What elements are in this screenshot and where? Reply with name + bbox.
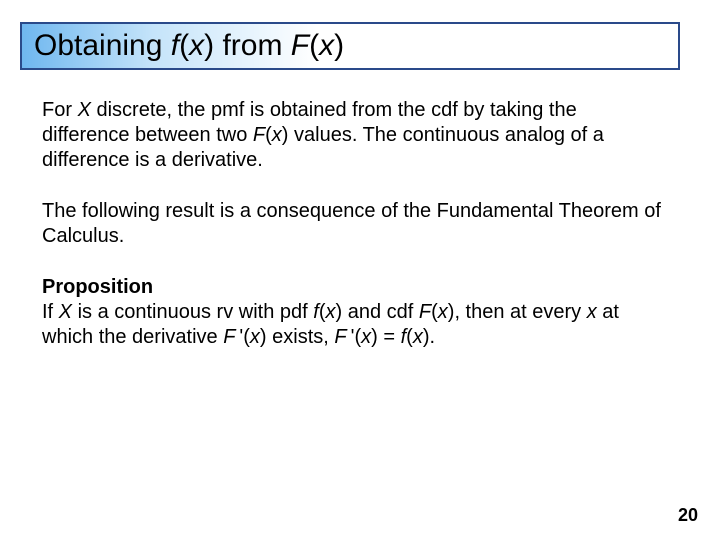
var-x: x <box>587 301 597 323</box>
paren: ) <box>260 326 267 348</box>
var-x: x <box>272 124 282 146</box>
body-text: exists, <box>267 326 335 348</box>
equals: = <box>378 326 401 348</box>
var-X: X <box>78 99 91 121</box>
title-x: x <box>189 29 204 62</box>
var-x: x <box>325 301 335 323</box>
var-x: x <box>250 326 260 348</box>
var-x: x <box>438 301 448 323</box>
proposition-body: If X is a continuous rv with pdf f(x) an… <box>42 300 662 350</box>
title-bigf: F <box>291 29 309 62</box>
body-text: is a continuous rv with pdf <box>72 301 313 323</box>
paragraph-2: The following result is a consequence of… <box>42 199 662 249</box>
var-F: F <box>223 326 235 348</box>
body-text: and cdf <box>342 301 419 323</box>
body-text: For <box>42 99 78 121</box>
body-text: The following result is a consequence of… <box>42 200 661 247</box>
slide-title: Obtaining f(x) from F(x) <box>34 29 344 63</box>
title-paren: ( <box>309 29 319 62</box>
proposition-heading: Proposition <box>42 275 662 300</box>
title-paren: ) <box>204 29 214 62</box>
var-x: x <box>413 326 423 348</box>
period: . <box>429 326 435 348</box>
var-X: X <box>59 301 72 323</box>
title-x: x <box>319 29 334 62</box>
title-text: from <box>214 29 291 62</box>
proposition-block: Proposition If X is a continuous rv with… <box>42 275 662 350</box>
body-text: If <box>42 301 59 323</box>
paren: ( <box>406 326 413 348</box>
title-paren: ( <box>179 29 189 62</box>
paren: ) <box>371 326 378 348</box>
var-F: F <box>419 301 431 323</box>
var-F: F <box>253 124 265 146</box>
page-number: 20 <box>678 505 698 526</box>
paren: ( <box>243 326 250 348</box>
paren: ( <box>431 301 438 323</box>
slide-content: For X discrete, the pmf is obtained from… <box>42 98 662 376</box>
title-text: Obtaining <box>34 29 171 62</box>
title-paren: ) <box>334 29 344 62</box>
var-F: F <box>334 326 346 348</box>
var-x: x <box>361 326 371 348</box>
paren: ( <box>265 124 272 146</box>
slide-title-box: Obtaining f(x) from F(x) <box>20 22 680 70</box>
paragraph-1: For X discrete, the pmf is obtained from… <box>42 98 662 173</box>
title-f: f <box>171 29 179 62</box>
body-text: , then at every <box>454 301 586 323</box>
